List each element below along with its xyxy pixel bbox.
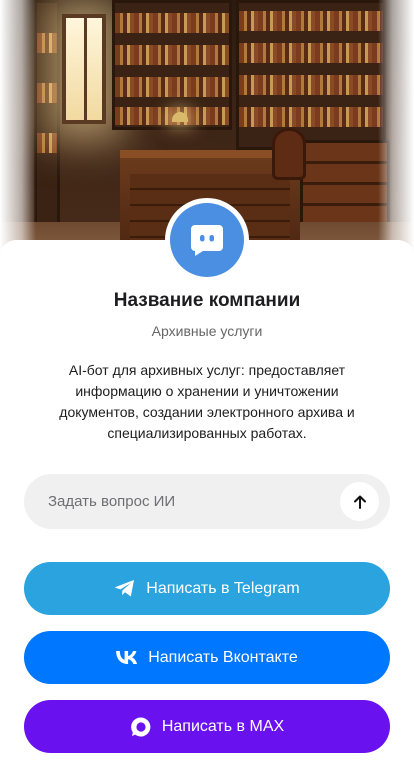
hero-fade-right <box>378 0 414 262</box>
max-icon <box>130 716 151 736</box>
company-name: Название компании <box>113 290 301 311</box>
hero-fade-left <box>0 0 36 262</box>
chair <box>272 128 306 180</box>
vk-button[interactable]: Написать Вконтакте <box>24 631 390 684</box>
bookshelf-back <box>112 0 232 130</box>
bookshelf-right <box>236 0 386 150</box>
ask-ai-input[interactable] <box>24 474 340 529</box>
vk-button-label: Написать Вконтакте <box>148 648 298 666</box>
company-subtitle: Архивные услуги <box>151 323 263 339</box>
arrow-up-icon <box>353 495 366 509</box>
max-button-label: Написать в MAX <box>161 717 285 735</box>
avatar <box>165 198 249 282</box>
max-button[interactable]: Написать в MAX <box>24 700 390 753</box>
chat-bot-icon <box>170 203 244 277</box>
send-button[interactable] <box>340 482 379 521</box>
bookshelf-left <box>34 0 60 230</box>
vk-icon <box>116 650 138 664</box>
window <box>62 14 106 124</box>
telegram-button-label: Написать в Telegram <box>146 579 300 597</box>
telegram-button[interactable]: Написать в Telegram <box>24 562 390 615</box>
telegram-icon <box>115 580 135 597</box>
company-description: AI-бот для архивных услуг: предоставляет… <box>59 362 355 441</box>
ask-ai-field <box>24 474 390 529</box>
lamp <box>172 112 188 122</box>
